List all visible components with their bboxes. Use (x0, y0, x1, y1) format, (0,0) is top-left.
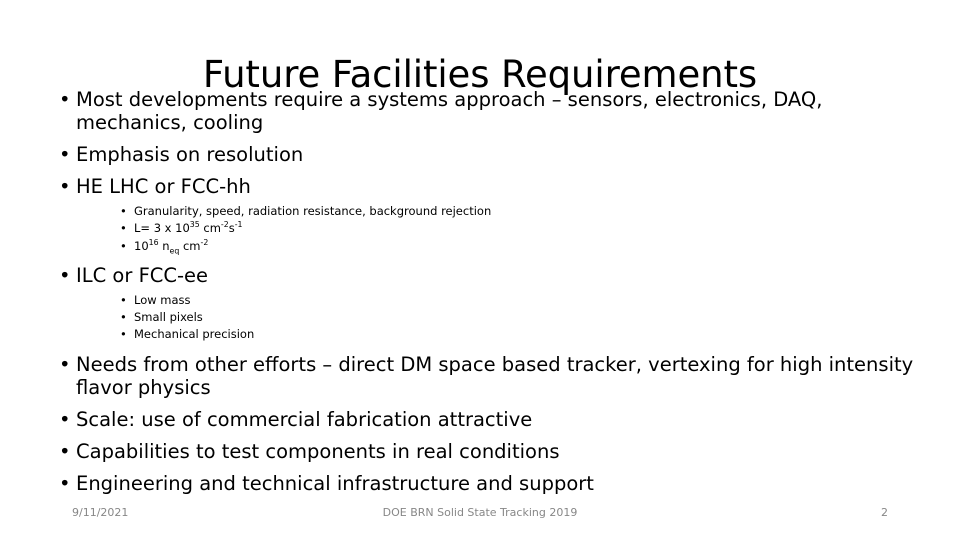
subbullet-text: Small pixels (134, 310, 203, 324)
bullet-marker-icon: • (59, 439, 71, 463)
luminosity-exponent: 35 (189, 220, 200, 230)
luminosity-unit-base: cm (199, 221, 221, 236)
luminosity-prefix: L= 3 x 10 (134, 221, 190, 236)
bullet-ilc-fcc-ee: • ILC or FCC-ee • Low mass • Small pixel… (52, 264, 922, 344)
subbullet-granularity: • Granularity, speed, radiation resistan… (76, 203, 922, 220)
subbullet-small-pixels: • Small pixels (76, 309, 922, 326)
fluence-particle: n (158, 238, 170, 253)
bullet-marker-icon: • (120, 292, 127, 307)
bullet-needs-other-efforts: • Needs from other efforts – direct DM s… (52, 353, 922, 399)
bullet-engineering-infrastructure: • Engineering and technical infrastructu… (52, 472, 922, 495)
fluence-unit-base: cm (179, 238, 201, 253)
bullet-text: Capabilities to test components in real … (76, 439, 560, 463)
slide-footer: 9/11/2021 DOE BRN Solid State Tracking 2… (0, 496, 960, 540)
bullet-text: Emphasis on resolution (76, 143, 304, 166)
bullet-text: HE LHC or FCC-hh (76, 175, 251, 198)
subbullet-luminosity: • L= 3 x 1035 cm-2s-1 (76, 220, 922, 237)
bullet-marker-icon: • (59, 263, 71, 287)
slide-body: • Most developments require a systems ap… (52, 88, 922, 496)
bullet-text: Most developments require a systems appr… (76, 88, 823, 134)
bullet-marker-icon: • (59, 407, 71, 431)
subbullet-text: 1016 neq cm-2 (134, 237, 209, 255)
bullet-most-developments: • Most developments require a systems ap… (52, 88, 922, 134)
bullet-text: ILC or FCC-ee (76, 263, 209, 287)
fluence-particle-subscript: eq (169, 245, 180, 255)
fluence-unit-exponent: -2 (200, 237, 209, 247)
bullet-list-level1: • Most developments require a systems ap… (52, 88, 922, 495)
bullet-marker-icon: • (120, 221, 127, 236)
bullet-marker-icon: • (120, 327, 127, 342)
bullet-scale-commercial-fabrication: • Scale: use of commercial fabrication a… (52, 408, 922, 431)
luminosity-unit-exponent-1: -2 (220, 220, 229, 230)
bullet-marker-icon: • (59, 471, 71, 495)
bullet-text: Engineering and technical infrastructure… (76, 471, 594, 495)
subbullet-fluence: • 1016 neq cm-2 (76, 238, 922, 255)
bullet-marker-icon: • (59, 175, 71, 198)
bullet-text: Scale: use of commercial fabrication att… (76, 407, 533, 431)
bullet-emphasis-resolution: • Emphasis on resolution (52, 143, 922, 166)
footer-title: DOE BRN Solid State Tracking 2019 (382, 506, 578, 519)
bullet-list-level2-ee: • Low mass • Small pixels • Mechanical p… (76, 292, 922, 344)
bullet-marker-icon: • (59, 143, 71, 166)
slide: Future Facilities Requirements • Most de… (0, 0, 960, 540)
fluence-exponent: 16 (148, 237, 159, 247)
subbullet-text: Mechanical precision (134, 327, 255, 342)
bullet-marker-icon: • (59, 88, 71, 111)
subbullet-text: Low mass (134, 292, 191, 307)
subbullet-text: L= 3 x 1035 cm-2s-1 (134, 221, 243, 235)
bullet-text: Needs from other efforts – direct DM spa… (76, 352, 914, 399)
bullet-list-level2-hh: • Granularity, speed, radiation resistan… (76, 203, 922, 255)
bullet-marker-icon: • (120, 238, 127, 253)
bullet-marker-icon: • (120, 310, 127, 324)
subbullet-text: Granularity, speed, radiation resistance… (134, 204, 492, 218)
bullet-he-lhc-fcc-hh: • HE LHC or FCC-hh • Granularity, speed,… (52, 175, 922, 255)
subbullet-low-mass: • Low mass (76, 292, 922, 309)
luminosity-unit-exponent-2: -1 (234, 220, 243, 230)
subbullet-mechanical-precision: • Mechanical precision (76, 326, 922, 343)
footer-page-number: 2 (881, 506, 888, 519)
fluence-base: 10 (134, 238, 149, 253)
bullet-marker-icon: • (120, 204, 127, 218)
bullet-marker-icon: • (59, 352, 71, 376)
bullet-capabilities-test-components: • Capabilities to test components in rea… (52, 440, 922, 463)
